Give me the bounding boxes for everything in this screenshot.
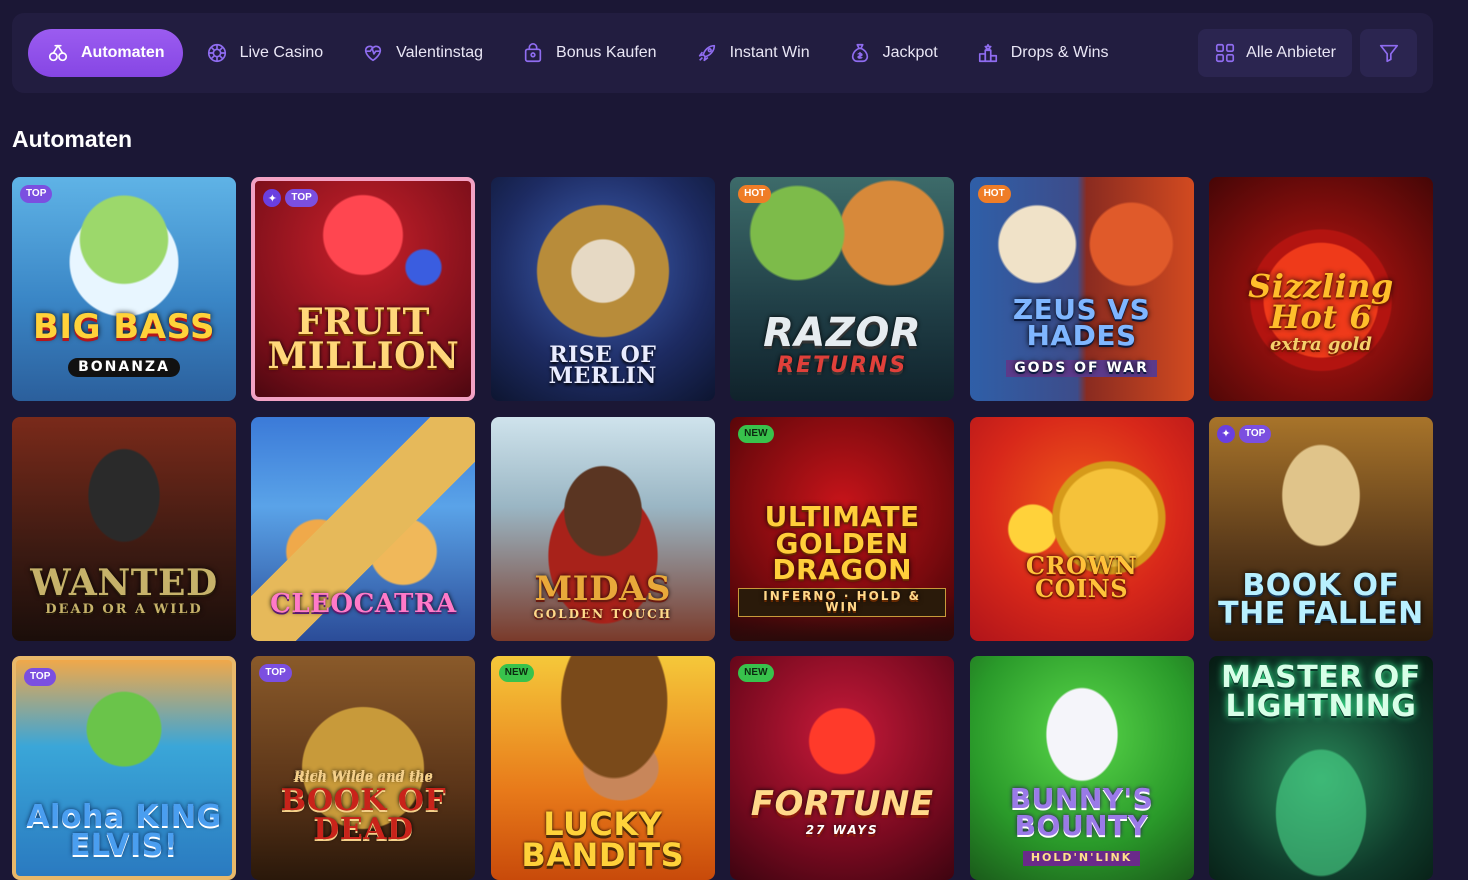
game-title: LUCKY BANDITS [521, 805, 685, 874]
game-tile-aloha-king-elvis[interactable]: TOP Aloha KING ELVIS! [12, 656, 236, 880]
star-icon: ✦ [263, 189, 282, 207]
game-tile-master-of-lightning[interactable]: MASTER OF LIGHTNING [1208, 656, 1433, 880]
star-icon: ✦ [1216, 424, 1235, 443]
game-title: CROWN COINS [1025, 550, 1138, 603]
game-tile-rise-of-merlin[interactable]: RISE OF MERLIN [490, 177, 715, 401]
nav-item-label: Jackpot [882, 44, 938, 61]
game-badge: NEW [738, 664, 774, 682]
game-tile-fruit-million[interactable]: ✦ TOP FRUIT MILLION [251, 177, 476, 401]
grid-icon [1214, 42, 1236, 64]
rocket-icon [695, 41, 719, 65]
game-tile-fortune-27-ways[interactable]: NEW FORTUNE 27 WAYS [730, 656, 955, 880]
nav-item-automaten[interactable]: Automaten [28, 29, 183, 77]
game-tile-book-of-the-fallen[interactable]: ✦ TOP BOOK OF THE FALLEN [1208, 416, 1433, 641]
nav-item-label: Valentinstag [396, 44, 484, 61]
game-subtitle: RETURNS [777, 353, 908, 379]
section-title: Automaten [12, 126, 133, 152]
game-title: Sizzling Hot 6 [1248, 267, 1394, 336]
nav-item-label: Bonus Kaufen [556, 44, 657, 61]
game-subtitle: 27 WAYS [805, 822, 879, 837]
game-tile-sizzling-hot-6[interactable]: Sizzling Hot 6 extra gold [1208, 177, 1433, 401]
game-title: ULTIMATE GOLDEN DRAGON [764, 499, 920, 587]
game-title: FRUIT MILLION [267, 300, 460, 377]
game-tile-cleocatra[interactable]: CLEOCATRA [251, 416, 476, 641]
game-tile-ultimate-golden-dragon-inferno[interactable]: NEW ULTIMATE GOLDEN DRAGON INFERNO · HOL… [730, 416, 955, 641]
nav-item-jackpot[interactable]: Jackpot [830, 29, 958, 77]
game-subtitle: GODS OF WAR [1006, 359, 1157, 377]
game-tile-big-bass-bonanza[interactable]: TOP BIG BASS BONANZA [12, 177, 236, 401]
slot-machine-icon [46, 41, 70, 65]
game-artwork [969, 416, 1194, 641]
game-title: RISE OF MERLIN [548, 342, 657, 390]
game-tile-lucky-bandits[interactable]: NEW LUCKY BANDITS [490, 656, 715, 880]
all-providers-label: Alle Anbieter [1246, 44, 1336, 61]
game-subtitle: DEAD OR A WILD [45, 602, 203, 618]
game-badge: NEW [738, 424, 774, 443]
nav-item-label: Instant Win [729, 44, 810, 61]
game-title: FORTUNE [750, 784, 934, 825]
game-tile-crown-coins[interactable]: CROWN COINS [969, 416, 1194, 641]
game-tile-zeus-vs-hades[interactable]: HOT ZEUS VS HADES GODS OF WAR [969, 177, 1194, 401]
heart-icon [361, 41, 385, 65]
game-title: MASTER OF LIGHTNING [1221, 660, 1421, 724]
roulette-icon [205, 41, 229, 65]
game-badge: TOP [285, 189, 318, 207]
game-badge: TOP [20, 185, 53, 203]
nav-item-valentinstag[interactable]: Valentinstag [343, 29, 503, 77]
nav-item-bonus-kaufen[interactable]: Bonus Kaufen [503, 29, 677, 77]
nav-item-label: Live Casino [239, 44, 324, 61]
game-title: Aloha KING ELVIS! [26, 799, 222, 863]
game-badge: NEW [498, 664, 535, 682]
game-tile-midas-golden-touch[interactable]: MIDAS GOLDEN TOUCH [490, 416, 715, 641]
game-title: WANTED [30, 561, 218, 604]
game-subtitle: INFERNO · HOLD & WIN [738, 587, 947, 617]
nav-actions: Alle Anbieter [1198, 29, 1433, 77]
game-title: RAZOR [763, 310, 922, 357]
game-title: MIDAS [534, 568, 671, 609]
gift-bag-icon [521, 41, 545, 65]
game-tile-bunnys-bounty[interactable]: BUNNY'S BOUNTY HOLD'N'LINK [969, 656, 1194, 880]
game-badge: TOP [1238, 424, 1272, 443]
game-badge: TOP [24, 668, 57, 686]
game-artwork [730, 656, 955, 880]
game-badge: HOT [977, 185, 1011, 203]
game-title: CLEOCATRA [270, 588, 457, 619]
game-subtitle: BONANZA [68, 357, 180, 377]
all-providers-button[interactable]: Alle Anbieter [1198, 29, 1352, 77]
game-title: BOOK OF DEAD [280, 783, 447, 847]
game-tile-razor-returns[interactable]: HOT RAZOR RETURNS [730, 177, 955, 401]
game-title: BIG BASS [33, 307, 215, 348]
nav-item-label: Automaten [81, 44, 165, 61]
filter-button[interactable] [1360, 29, 1417, 77]
game-tile-book-of-dead[interactable]: TOP Rich Wilde and the BOOK OF DEAD [251, 656, 476, 880]
game-subtitle: GOLDEN TOUCH [533, 607, 673, 622]
game-subtitle: HOLD'N'LINK [1022, 851, 1141, 866]
nav-item-live-casino[interactable]: Live Casino [187, 29, 344, 77]
game-title: BOOK OF THE FALLEN [1218, 567, 1424, 631]
nav-item-instant-win[interactable]: Instant Win [677, 29, 830, 77]
game-tile-wanted-dead-or-a-wild[interactable]: WANTED DEAD OR A WILD [12, 416, 236, 641]
game-title: BUNNY'S BOUNTY [1009, 782, 1154, 842]
filter-icon [1378, 42, 1400, 64]
money-bag-icon [848, 41, 872, 65]
game-subtitle: extra gold [1269, 333, 1372, 355]
podium-icon [976, 41, 1000, 65]
game-badge: HOT [738, 185, 772, 203]
nav-item-label: Drops & Wins [1010, 44, 1109, 61]
category-nav: Automaten Live Casino Valentinstag Bonus… [12, 13, 1433, 93]
game-badge: TOP [259, 664, 292, 682]
game-title: ZEUS VS HADES [1012, 292, 1151, 353]
game-subtitle: Rich Wilde and the [293, 768, 433, 784]
nav-item-drops-wins[interactable]: Drops & Wins [958, 29, 1129, 77]
game-grid: TOP BIG BASS BONANZA ✦ TOP FRUIT MILLION … [12, 177, 1433, 880]
